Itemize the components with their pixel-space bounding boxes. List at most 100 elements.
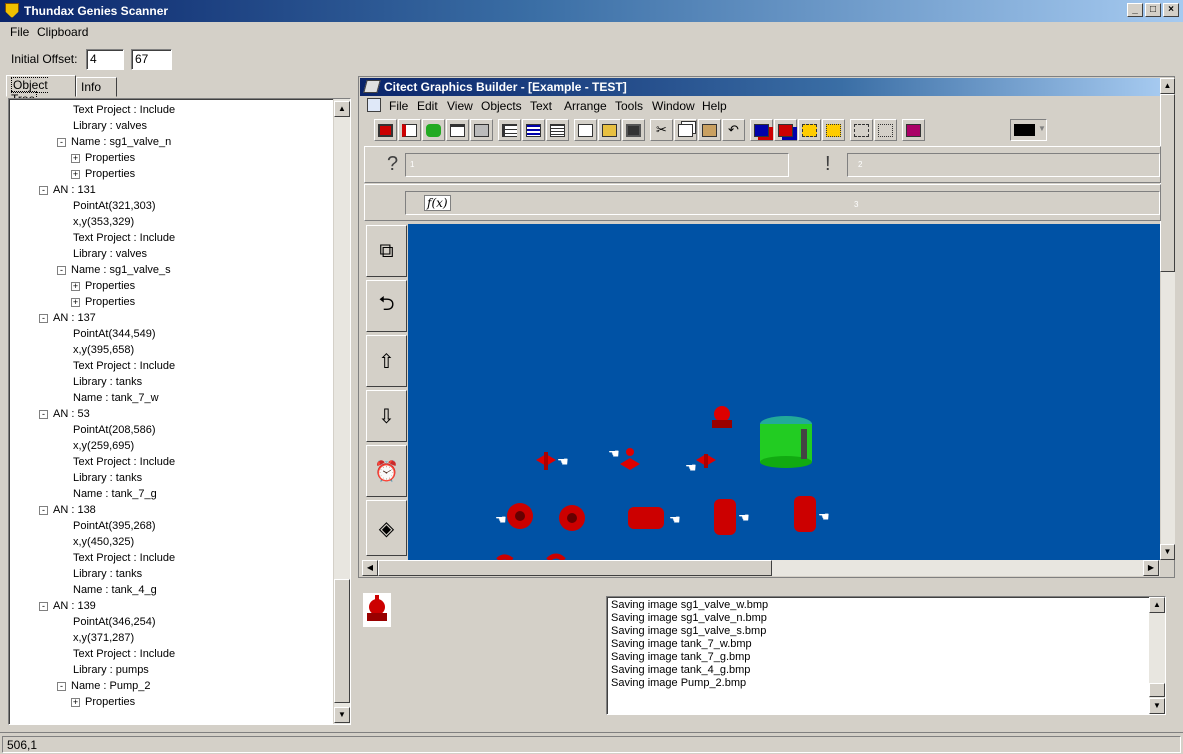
expand-plus-icon[interactable]: + [71, 282, 80, 291]
paste-icon[interactable] [698, 119, 721, 141]
offset-x-input[interactable]: 4 [86, 49, 124, 70]
components-icon[interactable] [422, 119, 445, 141]
log-scroll-down-icon[interactable]: ▼ [1149, 698, 1165, 714]
tree-node[interactable]: Name : tank_7_g [9, 487, 335, 503]
tree-node[interactable]: Library : tanks [9, 567, 335, 583]
tree-node[interactable]: + Properties [9, 167, 335, 183]
tree-node[interactable]: Name : tank_4_g [9, 583, 335, 599]
tree-node[interactable]: x,y(371,287) [9, 631, 335, 647]
tree-node[interactable]: Text Project : Include [9, 231, 335, 247]
tab-object-tree[interactable]: Object Tree [6, 75, 76, 107]
ungroup-icon[interactable] [822, 119, 845, 141]
tank-symbol-3[interactable] [794, 496, 816, 532]
tree-node[interactable]: - AN : 131 [9, 183, 335, 199]
collapse-minus-icon[interactable]: - [39, 506, 48, 515]
tree-node[interactable]: PointAt(395,268) [9, 519, 335, 535]
collapse-minus-icon[interactable]: - [39, 602, 48, 611]
menu-file[interactable]: File [10, 25, 29, 39]
minimize-button[interactable]: _ [1127, 3, 1143, 17]
send-back-icon[interactable] [774, 119, 797, 141]
graphics-canvas[interactable]: ☚ ☚ ☚ ☚ ☚ ☚ ☚ [408, 224, 1160, 560]
tree-node[interactable]: x,y(450,325) [9, 535, 335, 551]
citect-menu-view[interactable]: View [447, 99, 473, 113]
citect-menu-objects[interactable]: Objects [481, 99, 522, 113]
valve-s-symbol[interactable] [696, 454, 716, 468]
tree-node[interactable]: - Name : Pump_2 [9, 679, 335, 695]
tree-node[interactable]: PointAt(344,549) [9, 327, 335, 343]
tree-node[interactable]: PointAt(208,586) [9, 423, 335, 439]
tree-node[interactable]: PointAt(346,254) [9, 615, 335, 631]
citect-menu-text[interactable]: Text [530, 99, 552, 113]
down-arrow-tool-icon[interactable]: ⇩ [366, 390, 407, 442]
tree-scroll-thumb[interactable] [334, 579, 350, 703]
collapse-minus-icon[interactable]: - [39, 186, 48, 195]
valve-w-symbol[interactable] [536, 452, 556, 470]
bring-front-icon[interactable] [750, 119, 773, 141]
citect-vscroll-thumb[interactable] [1160, 94, 1175, 272]
pump-symbol-2[interactable] [559, 505, 585, 531]
citect-menu-edit[interactable]: Edit [417, 99, 438, 113]
log-scroll-up-icon[interactable]: ▲ [1149, 597, 1165, 613]
prompt-field-2[interactable]: 2 [847, 153, 1160, 177]
tank-4-g-symbol[interactable] [628, 507, 664, 529]
citect-scroll-up-icon[interactable]: ▲ [1160, 78, 1175, 94]
menu-clipboard[interactable]: Clipboard [37, 25, 88, 39]
tree-node[interactable]: - AN : 139 [9, 599, 335, 615]
tree-node[interactable]: Text Project : Include [9, 647, 335, 663]
log-scrollbar[interactable]: ▲ ▼ [1149, 597, 1165, 714]
prompt-field-1[interactable]: 1 [405, 153, 789, 177]
expand-plus-icon[interactable]: + [71, 154, 80, 163]
expand-plus-icon[interactable]: + [71, 698, 80, 707]
scroll-down-icon[interactable]: ▼ [334, 707, 350, 723]
tree-node[interactable]: Name : tank_7_w [9, 391, 335, 407]
maximize-button[interactable]: □ [1145, 3, 1161, 17]
list-icon-1[interactable] [498, 119, 521, 141]
collapse-minus-icon[interactable]: - [57, 138, 66, 147]
project-icon[interactable] [374, 119, 397, 141]
tank-7-g-symbol[interactable] [760, 416, 812, 468]
cut-icon[interactable]: ✂ [650, 119, 673, 141]
close-button[interactable]: × [1163, 3, 1179, 17]
tree-node[interactable]: Library : pumps [9, 663, 335, 679]
citect-menu-tools[interactable]: Tools [615, 99, 643, 113]
print-icon[interactable] [470, 119, 493, 141]
pump-2-symbol[interactable] [712, 406, 732, 428]
citect-scroll-down-icon[interactable]: ▼ [1160, 544, 1175, 560]
function-field[interactable]: f(x) 3 [405, 191, 1160, 215]
align-icon[interactable] [850, 119, 873, 141]
duplicate-tool-icon[interactable]: ⧉ [366, 225, 407, 277]
expand-plus-icon[interactable]: + [71, 170, 80, 179]
tree-node[interactable]: Library : valves [9, 119, 335, 135]
tree-node[interactable]: x,y(353,329) [9, 215, 335, 231]
open-icon[interactable] [598, 119, 621, 141]
tree-node[interactable]: + Properties [9, 295, 335, 311]
back-arrow-tool-icon[interactable]: ⮌ [366, 280, 407, 332]
citect-menu-window[interactable]: Window [652, 99, 695, 113]
alarm-clock-tool-icon[interactable]: ⏰ [366, 445, 407, 497]
collapse-minus-icon[interactable]: - [57, 266, 66, 275]
expand-plus-icon[interactable]: + [71, 298, 80, 307]
tank-7-w-symbol[interactable] [714, 499, 736, 535]
color-picker[interactable]: ▼ [1010, 119, 1047, 141]
tree-node[interactable]: Library : tanks [9, 471, 335, 487]
report-icon[interactable] [398, 119, 421, 141]
valve-n-symbol[interactable] [620, 448, 640, 470]
distribute-icon[interactable] [874, 119, 897, 141]
alarm-warning-tool-icon[interactable]: ◈ [366, 500, 407, 556]
citect-menu-help[interactable]: Help [702, 99, 727, 113]
list-icon-2[interactable] [522, 119, 545, 141]
pump-symbol-1[interactable] [507, 503, 533, 529]
tree-node[interactable]: Text Project : Include [9, 359, 335, 375]
page-icon[interactable] [446, 119, 469, 141]
log-scroll-thumb[interactable] [1149, 683, 1165, 697]
tree-node[interactable]: x,y(259,695) [9, 439, 335, 455]
tree-node[interactable]: - Name : sg1_valve_n [9, 135, 335, 151]
collapse-minus-icon[interactable]: - [57, 682, 66, 691]
collapse-minus-icon[interactable]: - [39, 314, 48, 323]
log-output[interactable]: Saving image sg1_valve_w.bmp Saving image… [606, 596, 1166, 715]
citect-menu-file[interactable]: File [389, 99, 408, 113]
citect-hscroll[interactable]: ◀ ▶ [362, 560, 1160, 576]
up-arrow-tool-icon[interactable]: ⇧ [366, 335, 407, 387]
tree-node[interactable]: - AN : 53 [9, 407, 335, 423]
scroll-up-icon[interactable]: ▲ [334, 101, 350, 117]
